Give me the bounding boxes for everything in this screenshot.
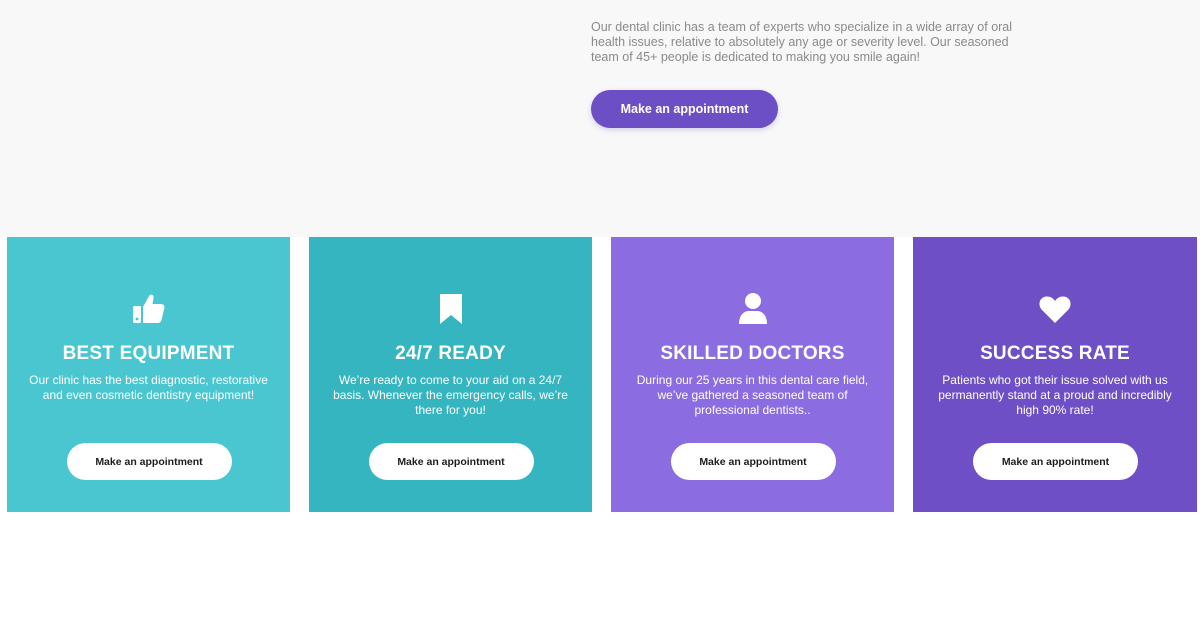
heart-icon <box>1037 291 1073 327</box>
feature-card-best-equipment: BEST EQUIPMENT Our clinic has the best d… <box>7 237 290 512</box>
card-description: Patients who got their issue solved with… <box>938 373 1172 417</box>
hero-section: Our dental clinic has a team of experts … <box>0 0 1200 237</box>
card-appointment-button[interactable]: Make an appointment <box>973 443 1138 480</box>
card-appointment-button[interactable]: Make an appointment <box>670 443 836 480</box>
intro-text: Our dental clinic has a team of experts … <box>591 20 1013 64</box>
card-appointment-button[interactable]: Make an appointment <box>368 443 534 480</box>
card-title: BEST EQUIPMENT <box>62 343 235 364</box>
card-description: During our 25 years in this dental care … <box>636 373 869 417</box>
card-description: We’re ready to come to your aid on a 24/… <box>333 373 568 417</box>
card-description: Our clinic has the best diagnostic, rest… <box>29 373 268 402</box>
feature-card-success-rate: SUCCESS RATE Patients who got their issu… <box>913 237 1197 512</box>
bookmark-icon <box>433 291 469 327</box>
card-title: 24/7 READY <box>395 343 506 364</box>
card-appointment-button[interactable]: Make an appointment <box>66 443 232 480</box>
user-icon <box>735 291 771 327</box>
feature-card-24-7-ready: 24/7 READY We’re ready to come to your a… <box>309 237 592 512</box>
card-title: SUCCESS RATE <box>980 343 1130 364</box>
make-appointment-button[interactable]: Make an appointment <box>591 90 778 128</box>
feature-card-skilled-doctors: SKILLED DOCTORS During our 25 years in t… <box>611 237 894 512</box>
thumbs-up-icon <box>131 291 167 327</box>
card-title: SKILLED DOCTORS <box>660 343 845 364</box>
